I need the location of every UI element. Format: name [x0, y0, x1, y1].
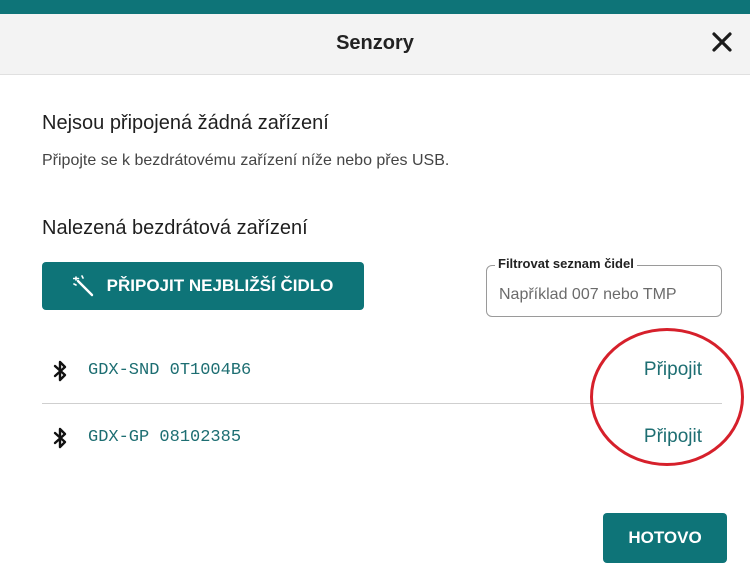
device-name: GDX-SND 0T1004B6	[88, 361, 252, 380]
top-accent-stripe	[0, 0, 750, 14]
sensor-filter-legend: Filtrovat seznam čidel	[495, 256, 637, 271]
device-row: GDX-GP 08102385 Připojit	[42, 404, 722, 470]
device-row: GDX-SND 0T1004B6 Připojit	[42, 337, 722, 404]
no-devices-subtext: Připojte se k bezdrátovému zařízení níže…	[42, 152, 450, 169]
sensor-filter-input[interactable]	[497, 281, 716, 309]
wireless-devices-heading: Nalezená bezdrátová zařízení	[42, 217, 308, 239]
close-button[interactable]	[704, 22, 740, 62]
no-devices-heading: Nejsou připojená žádná zařízení	[42, 112, 329, 134]
sensor-filter-field: Filtrovat seznam čidel	[486, 256, 722, 317]
connect-nearest-sensor-label: PŘIPOJIT NEJBLIŽŠÍ ČIDLO	[106, 276, 334, 295]
dialog-content: Nejsou připojená žádná zařízení Připojte…	[42, 74, 722, 557]
done-label: HOTOVO	[628, 528, 702, 547]
close-icon	[712, 32, 732, 52]
wand-icon	[72, 275, 93, 297]
done-button[interactable]: HOTOVO	[603, 513, 727, 563]
connect-device-button[interactable]: Připojit	[644, 359, 702, 381]
dialog-title: Senzory	[336, 32, 414, 54]
bluetooth-icon	[53, 360, 67, 382]
dialog-header: Senzory	[0, 14, 750, 75]
connect-device-button[interactable]: Připojit	[644, 426, 702, 448]
connect-nearest-sensor-button[interactable]: PŘIPOJIT NEJBLIŽŠÍ ČIDLO	[42, 262, 364, 310]
bluetooth-icon	[53, 427, 67, 449]
device-name: GDX-GP 08102385	[88, 428, 242, 447]
